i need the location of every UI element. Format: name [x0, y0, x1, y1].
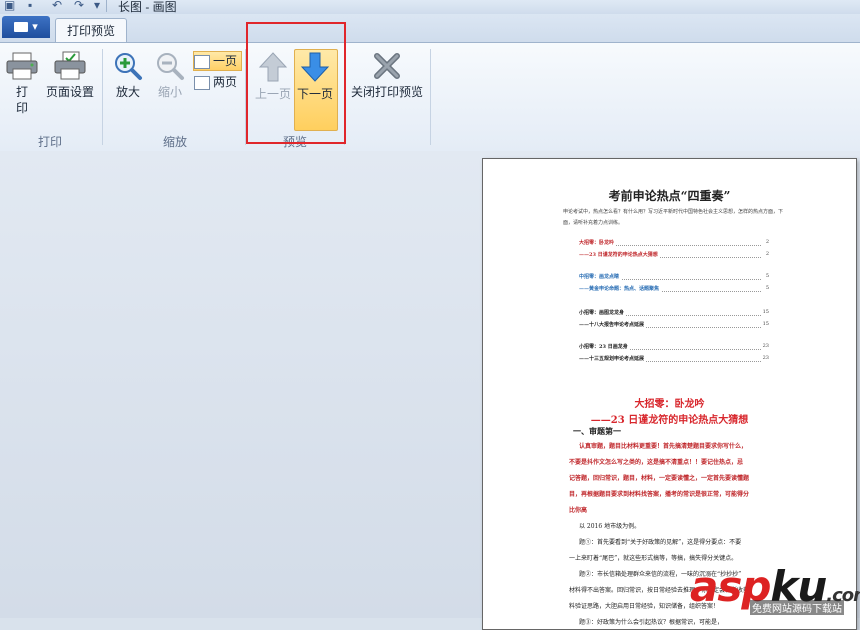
- watermark-logo: aspku.com 免费网站源码下载站: [690, 562, 860, 611]
- annotation-highlight-box: [246, 22, 346, 144]
- toc-entry: 大招零：卧龙吟2: [579, 239, 769, 247]
- page-setup-label: 页面设置: [44, 84, 96, 100]
- toc-entry: ——十三五规划申论考点延展23: [579, 355, 769, 363]
- page-setup-icon: [53, 51, 87, 81]
- zoom-out-label: 缩小: [154, 84, 186, 100]
- toc-entry: ——黄金申论命题：热点、话题聚焦5: [579, 285, 769, 293]
- paint-app-icon[interactable]: ▣: [4, 0, 15, 12]
- print-label: 打 印: [4, 84, 40, 116]
- title-bar: ▣ ▪ ↶ ↷ ▾ 长图 - 画图: [0, 0, 860, 14]
- paragraph-line: 比你高: [569, 505, 779, 517]
- one-page-icon: [194, 55, 210, 69]
- page-setup-button[interactable]: 页面设置: [44, 51, 96, 100]
- zoom-in-label: 放大: [112, 84, 144, 100]
- ribbon: 打 印 页面设置 打印 放大 缩小 一页 两页 缩放: [0, 42, 860, 152]
- group-label-zoom: 缩放: [150, 133, 200, 150]
- section-title: 大招零：卧龙吟: [483, 395, 856, 410]
- paragraph-line: 不要是抖作文怎么写之类的，这是搞不清重点！！要记住热点，忌: [569, 457, 779, 469]
- watermark-subtitle: 免费网站源码下载站: [750, 600, 844, 615]
- two-pages-label: 两页: [213, 75, 237, 89]
- printer-icon: [5, 51, 39, 81]
- one-page-label: 一页: [213, 54, 237, 68]
- paragraph-line: 题③：好政策为什么会引起热议？根据常识，可能是，: [579, 617, 789, 629]
- zoom-in-button[interactable]: 放大: [112, 51, 144, 100]
- paragraph-line: 题①：首先要看到“关于好政策的见解”，这是得分要点：不要: [579, 537, 789, 549]
- one-page-button[interactable]: 一页: [193, 51, 242, 71]
- toc-entry: 中招零：画龙点睛5: [579, 273, 769, 281]
- toc-entry: 小招零：23 日画龙身23: [579, 343, 769, 351]
- paragraph-line: 认真审题，题目比材料更重要！首先搞清楚题目要求你写什么，: [579, 441, 789, 453]
- close-icon: [372, 51, 402, 81]
- toc-entry: ——十八大报告申论考点延展15: [579, 321, 769, 329]
- zoom-in-icon: [113, 51, 143, 81]
- undo-icon[interactable]: ↶: [52, 0, 62, 12]
- paragraph-line: 目，再根据题目要求到材料找答案，播考的常识是很正常，可能得分: [569, 489, 779, 501]
- heading: 一、审题第一: [573, 425, 783, 437]
- group-separator: [102, 49, 103, 145]
- save-icon[interactable]: ▪: [28, 0, 32, 12]
- document-intro: 申论考试中，热点怎么看？有什么用？写习近平新时代中国特色社会主义思想，怎样的热点…: [563, 207, 783, 229]
- close-print-preview-label: 关闭打印预览: [348, 84, 426, 100]
- group-label-print: 打印: [20, 133, 80, 150]
- section-subtitle: ——23 日谨龙符的申论热点大猜想: [483, 411, 856, 426]
- app-menu-button[interactable]: ▾: [2, 16, 50, 38]
- tab-print-preview[interactable]: 打印预览: [55, 18, 127, 43]
- close-print-preview-button[interactable]: 关闭打印预览: [348, 51, 426, 100]
- document-title: 考前申论热点“四重奏”: [483, 187, 856, 204]
- quick-access-dropdown-icon[interactable]: ▾: [94, 0, 100, 12]
- two-pages-icon: [194, 76, 210, 90]
- paragraph-line: 记答题，回归常识，题目，材料，一定要读懂之，一定首先要读懂题: [569, 473, 779, 485]
- app-menu-icon: [14, 22, 28, 32]
- two-pages-button[interactable]: 两页: [194, 73, 240, 91]
- zoom-out-button[interactable]: 缩小: [154, 51, 186, 100]
- redo-icon[interactable]: ↷: [74, 0, 84, 12]
- group-separator: [430, 49, 431, 145]
- preview-page[interactable]: 考前申论热点“四重奏” 申论考试中，热点怎么看？有什么用？写习近平新时代中国特色…: [482, 158, 857, 630]
- toc-entry: 小招零：画图龙龙身15: [579, 309, 769, 317]
- print-button[interactable]: 打 印: [4, 51, 40, 116]
- zoom-out-icon: [155, 51, 185, 81]
- ribbon-tab-row: ▾ 打印预览: [0, 14, 860, 42]
- toc-entry: ——23 日谨龙符的申论热点大猜想2: [579, 251, 769, 259]
- title-separator: [106, 0, 107, 12]
- paragraph-line: 以 2016 地市级为例。: [579, 521, 789, 533]
- app-menu-arrow: ▾: [32, 21, 38, 33]
- window-title: 长图 - 画图: [118, 0, 177, 15]
